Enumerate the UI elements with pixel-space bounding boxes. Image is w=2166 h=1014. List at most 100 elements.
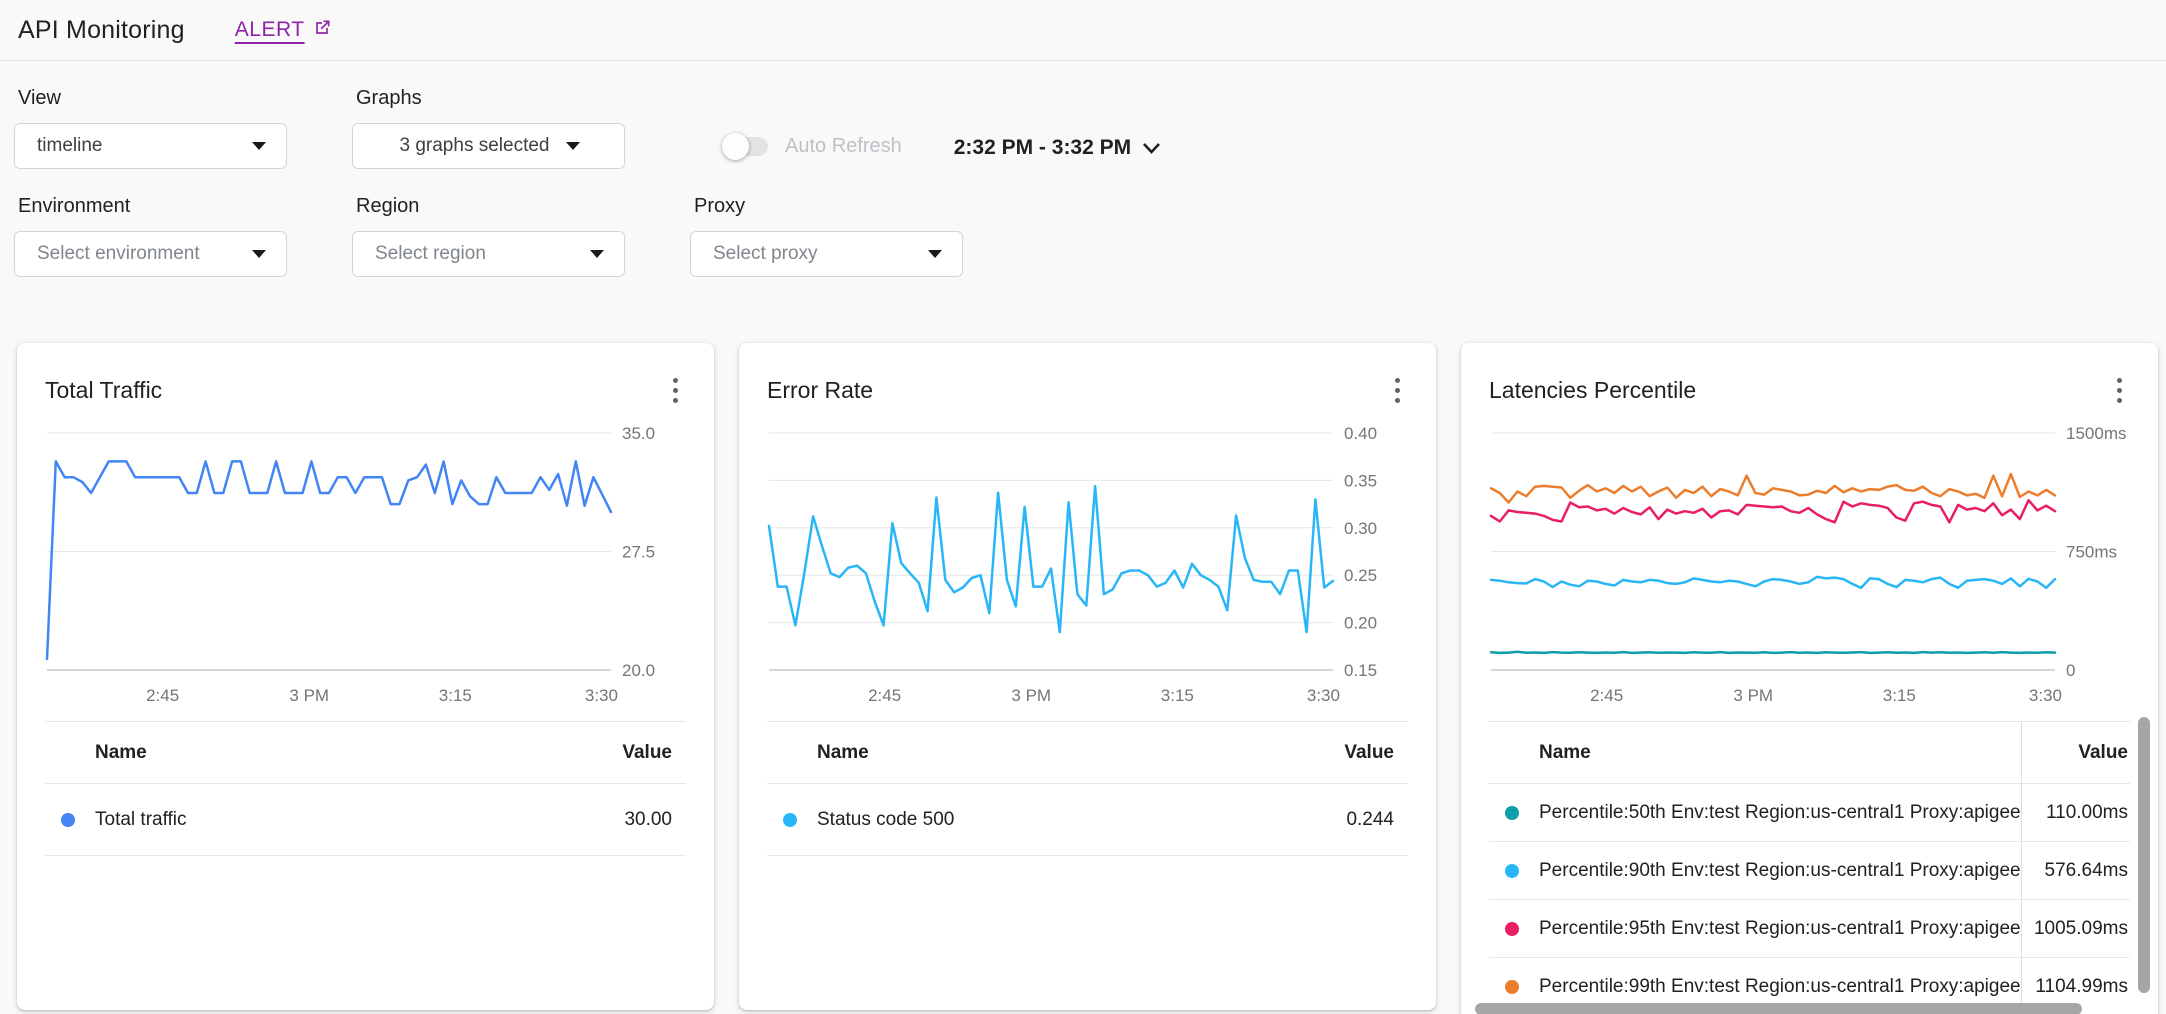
graphs-filter-group: Graphs 3 graphs selected bbox=[352, 87, 625, 169]
filter-row-1: View timeline Graphs 3 graphs selected A… bbox=[14, 87, 2166, 169]
total-traffic-card: Total Traffic 35.027.520.02:453 PM3:153:… bbox=[17, 343, 714, 1010]
graphs-select-value: 3 graphs selected bbox=[400, 135, 550, 157]
card-header: Error Rate bbox=[767, 343, 1408, 407]
filter-bar: View timeline Graphs 3 graphs selected A… bbox=[0, 61, 2166, 277]
table-row[interactable]: Percentile:50th Env:test Region:us-centr… bbox=[1489, 784, 2130, 842]
series-name: Percentile:90th Env:test Region:us-centr… bbox=[1539, 860, 2021, 882]
series-value: 0.244 bbox=[1268, 809, 1408, 831]
view-select[interactable]: timeline bbox=[14, 123, 287, 169]
series-value: 576.64ms bbox=[2022, 860, 2130, 882]
series-name: Total traffic bbox=[95, 809, 546, 831]
table-row[interactable]: Percentile:95th Env:test Region:us-centr… bbox=[1489, 900, 2130, 958]
value-column-header: Value bbox=[2022, 742, 2130, 764]
caret-down-icon bbox=[252, 250, 266, 258]
latencies-percentile-chart[interactable]: 1500ms750ms02:453 PM3:153:30 bbox=[1489, 417, 2130, 709]
graphs-label: Graphs bbox=[356, 87, 625, 110]
caret-down-icon bbox=[928, 250, 942, 258]
filter-row-2: Environment Select environment Region Se… bbox=[14, 195, 2166, 277]
series-color-dot bbox=[61, 813, 75, 827]
svg-text:3 PM: 3 PM bbox=[1733, 686, 1773, 705]
series-value: 1005.09ms bbox=[2022, 918, 2130, 940]
error-rate-chart[interactable]: 0.400.350.300.250.200.152:453 PM3:153:30 bbox=[767, 417, 1408, 709]
svg-text:750ms: 750ms bbox=[2066, 543, 2117, 562]
series-color-dot bbox=[1505, 980, 1519, 994]
svg-text:0.35: 0.35 bbox=[1344, 471, 1377, 490]
legend-table-header: Name Value bbox=[767, 722, 1408, 784]
value-column-header: Value bbox=[546, 742, 686, 764]
horizontal-scrollbar[interactable] bbox=[1475, 1003, 2082, 1014]
svg-text:1500ms: 1500ms bbox=[2066, 424, 2126, 443]
region-filter-group: Region Select region bbox=[352, 195, 625, 277]
svg-text:2:45: 2:45 bbox=[146, 686, 179, 705]
view-label: View bbox=[18, 87, 287, 110]
proxy-select[interactable]: Select proxy bbox=[690, 231, 963, 277]
latencies-percentile-card: Latencies Percentile 1500ms 750ms 0 2:45 3 P… bbox=[1461, 343, 2158, 1014]
legend-table-header: Name Value bbox=[1489, 722, 2130, 784]
error-rate-card: Error Rate 0.400.350.300.250.200.152:453… bbox=[739, 343, 1436, 1010]
proxy-label: Proxy bbox=[694, 195, 963, 218]
environment-filter-group: Environment Select environment bbox=[14, 195, 287, 277]
external-link-icon bbox=[312, 18, 332, 38]
kebab-menu-icon[interactable] bbox=[1387, 374, 1408, 407]
svg-text:3:15: 3:15 bbox=[1161, 686, 1194, 705]
series-color-dot bbox=[783, 813, 797, 827]
legend-table-header: Name Value bbox=[45, 722, 686, 784]
alert-link[interactable]: ALERT bbox=[235, 18, 332, 42]
series-name: Percentile:99th Env:test Region:us-centr… bbox=[1539, 976, 2021, 998]
auto-refresh-group: Auto Refresh bbox=[724, 135, 902, 158]
alert-link-label: ALERT bbox=[235, 18, 305, 42]
view-filter-group: View timeline bbox=[14, 87, 287, 169]
svg-text:0.15: 0.15 bbox=[1344, 661, 1377, 680]
view-select-value: timeline bbox=[37, 135, 252, 157]
series-value: 30.00 bbox=[546, 809, 686, 831]
series-name: Status code 500 bbox=[817, 809, 1268, 831]
series-value: 110.00ms bbox=[2022, 802, 2130, 824]
series-color-dot bbox=[1505, 806, 1519, 820]
proxy-filter-group: Proxy Select proxy bbox=[690, 195, 963, 277]
table-row[interactable]: Percentile:90th Env:test Region:us-centr… bbox=[1489, 842, 2130, 900]
card-title: Latencies Percentile bbox=[1489, 377, 1696, 404]
name-column-header: Name bbox=[45, 742, 546, 764]
card-header: Total Traffic bbox=[45, 343, 686, 407]
svg-text:3:30: 3:30 bbox=[1307, 686, 1340, 705]
kebab-menu-icon[interactable] bbox=[2109, 374, 2130, 407]
svg-text:2:45: 2:45 bbox=[1590, 686, 1623, 705]
svg-text:0.30: 0.30 bbox=[1344, 519, 1377, 538]
caret-down-icon bbox=[252, 142, 266, 150]
auto-refresh-toggle[interactable] bbox=[724, 137, 768, 156]
series-name-cell: Percentile:50th Env:test Region:us-centr… bbox=[1489, 784, 2022, 841]
svg-text:3:15: 3:15 bbox=[439, 686, 472, 705]
card-title: Total Traffic bbox=[45, 377, 162, 404]
svg-text:0: 0 bbox=[2066, 661, 2075, 680]
svg-text:3:30: 3:30 bbox=[585, 686, 618, 705]
svg-text:3 PM: 3 PM bbox=[289, 686, 329, 705]
card-title: Error Rate bbox=[767, 377, 873, 404]
graphs-select[interactable]: 3 graphs selected bbox=[352, 123, 625, 169]
series-color-dot bbox=[1505, 864, 1519, 878]
environment-label: Environment bbox=[18, 195, 287, 218]
region-select[interactable]: Select region bbox=[352, 231, 625, 277]
kebab-menu-icon[interactable] bbox=[665, 374, 686, 407]
legend-table: Name Value Total traffic30.00 bbox=[45, 721, 686, 856]
name-column-header: Name bbox=[1489, 722, 2022, 783]
time-range-picker[interactable]: 2:32 PM - 3:32 PM bbox=[954, 136, 1161, 160]
time-range-value: 2:32 PM - 3:32 PM bbox=[954, 136, 1131, 160]
svg-text:35.0: 35.0 bbox=[622, 424, 655, 443]
value-column-header: Value bbox=[1268, 742, 1408, 764]
table-row[interactable]: Status code 5000.244 bbox=[767, 784, 1408, 856]
vertical-scrollbar[interactable] bbox=[2138, 717, 2150, 993]
series-value: 1104.99ms bbox=[2022, 976, 2130, 998]
toggle-knob bbox=[722, 133, 749, 160]
svg-text:0.40: 0.40 bbox=[1344, 424, 1377, 443]
table-row[interactable]: Total traffic30.00 bbox=[45, 784, 686, 856]
region-select-placeholder: Select region bbox=[375, 243, 590, 265]
chevron-down-icon bbox=[1142, 141, 1161, 155]
series-name: Percentile:95th Env:test Region:us-centr… bbox=[1539, 918, 2021, 940]
environment-select-placeholder: Select environment bbox=[37, 243, 252, 265]
environment-select[interactable]: Select environment bbox=[14, 231, 287, 277]
total-traffic-chart[interactable]: 35.027.520.02:453 PM3:153:30 bbox=[45, 417, 686, 709]
svg-text:2:45: 2:45 bbox=[868, 686, 901, 705]
dashboard-cards: Total Traffic 35.027.520.02:453 PM3:153:… bbox=[0, 343, 2166, 1014]
legend-table: Name Value Status code 5000.244 bbox=[767, 721, 1408, 856]
svg-text:3 PM: 3 PM bbox=[1011, 686, 1051, 705]
